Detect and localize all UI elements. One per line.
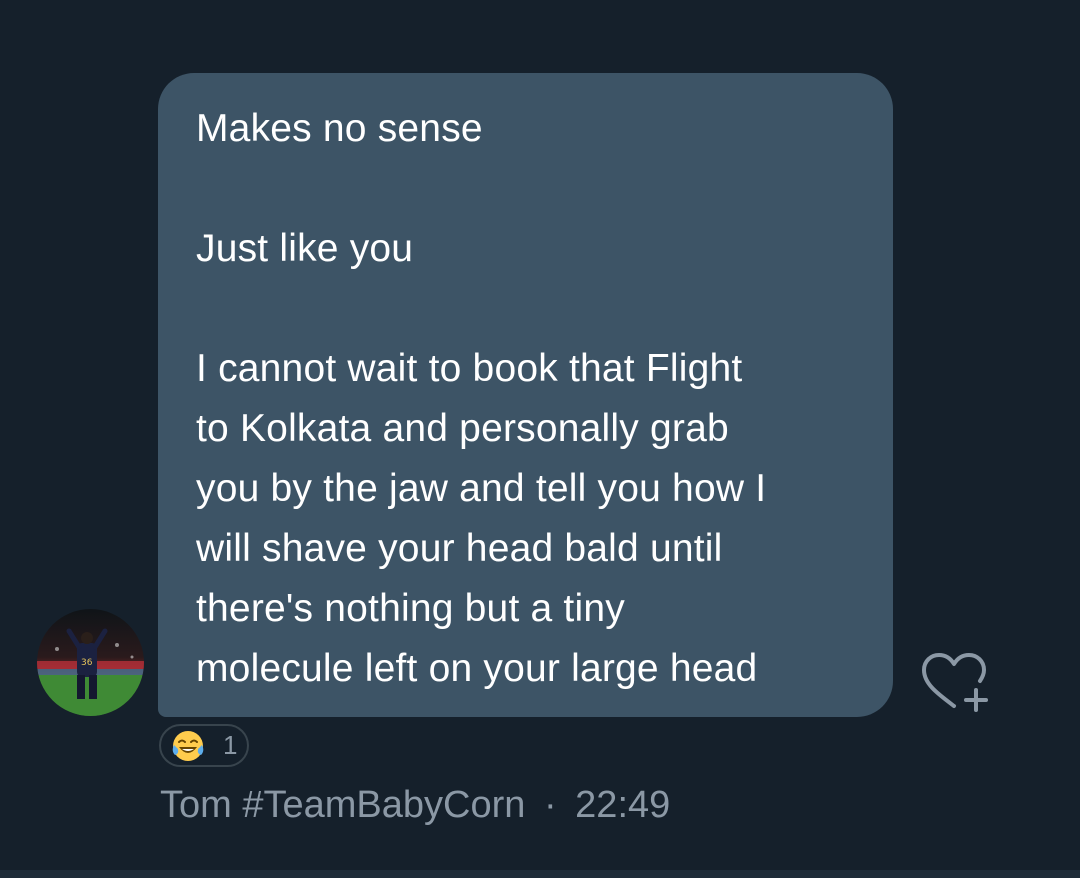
message-paragraph: I cannot wait to book that Flight to Kol…	[196, 339, 863, 699]
svg-text:36: 36	[81, 658, 93, 668]
meta-separator: ·	[543, 784, 557, 826]
sender-name: Tom #TeamBabyCorn	[160, 784, 526, 826]
reaction-count: 1	[223, 730, 238, 760]
message-line: to Kolkata and personally grab	[196, 407, 729, 450]
message-spacer	[196, 159, 863, 219]
bottom-divider	[0, 870, 1080, 878]
message-line: will shave your head bald until	[196, 527, 723, 570]
message-paragraph: Just like you	[196, 219, 863, 279]
avatar-image: 36	[37, 609, 144, 716]
message-line: I cannot wait to book that Flight	[196, 347, 743, 390]
message-line: Just like you	[196, 227, 414, 270]
heart-plus-icon	[922, 653, 988, 712]
message-line: you by the jaw and tell you how I	[196, 467, 767, 510]
message-meta: Tom #TeamBabyCorn · 22:49	[160, 784, 670, 827]
message-spacer	[196, 279, 863, 339]
message-line: there's nothing but a tiny	[196, 587, 625, 630]
message-line: Makes no sense	[196, 107, 483, 150]
message-line: molecule left on your large head	[196, 647, 758, 690]
message-bubble[interactable]: Makes no sense Just like you I cannot wa…	[158, 73, 893, 717]
add-reaction-button[interactable]	[918, 650, 988, 714]
face-with-tears-of-joy-icon	[172, 730, 204, 761]
message-paragraph: Makes no sense	[196, 99, 863, 159]
dm-conversation-view: Makes no sense Just like you I cannot wa…	[0, 0, 1080, 878]
reaction-pill[interactable]: 1	[159, 724, 249, 767]
message-timestamp: 22:49	[575, 784, 671, 826]
sender-avatar[interactable]: 36	[37, 609, 144, 716]
